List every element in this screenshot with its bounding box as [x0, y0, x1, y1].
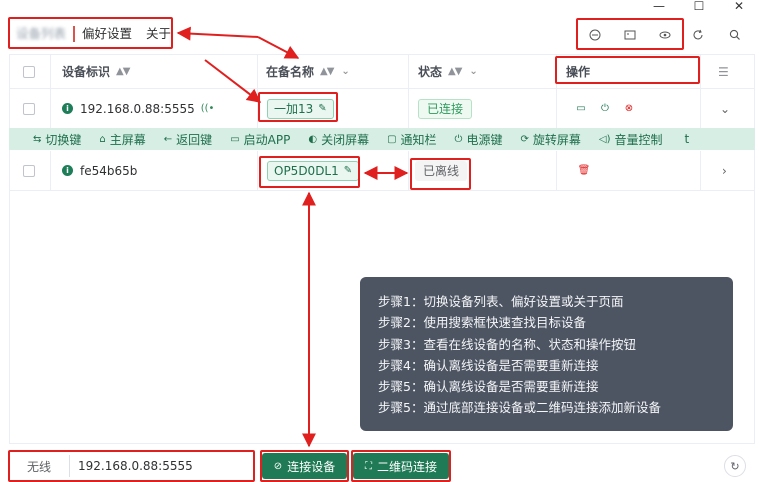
device-name: OP5D0DL1 — [274, 163, 339, 178]
edit-icon[interactable]: ✎ — [344, 165, 352, 176]
toolbar-item[interactable]: ⌂ 主屏幕 — [99, 131, 145, 148]
step-text: 步骤3：查看在线设备的名称、状态和操作按钮 — [378, 336, 636, 352]
delete-icon[interactable]: 🗑 — [576, 163, 592, 179]
switch-icon: ⇆ — [33, 133, 42, 145]
step-text: 步骤4：确认离线设备是否需要重新连接 — [378, 357, 599, 373]
window-controls: — ☐ ✕ — [639, 0, 759, 14]
volume-icon: ◁) — [598, 133, 611, 145]
toolbar-item[interactable]: ⟳ 旋转屏幕 — [520, 131, 580, 148]
expand-chevron-icon[interactable]: ⌄ — [720, 102, 730, 116]
refresh-connection-icon[interactable]: ↻ — [724, 455, 746, 477]
column-settings-icon[interactable]: ☰ — [718, 65, 729, 79]
connect-label: 连接设备 — [287, 459, 336, 474]
toolbar-item-label: t — [684, 132, 690, 146]
toolbar-item-label: 返回键 — [176, 132, 213, 147]
table-row: i fe54b65b OP5D0DL1 ✎ 已离线 🗑 › — [10, 151, 754, 191]
device-id: 192.168.0.88:5555 — [80, 101, 195, 116]
row-checkbox[interactable] — [23, 164, 35, 177]
connection-mode-select[interactable]: 无线 — [9, 458, 69, 475]
expand-chevron-icon[interactable]: › — [722, 164, 727, 178]
disconnect-icon[interactable]: ⊗ — [621, 101, 637, 117]
info-icon[interactable]: i — [62, 165, 73, 176]
toolbar-item-label: 关闭屏幕 — [321, 132, 370, 147]
step-text: 步骤5：通过底部连接设备或二维码连接添加新设备 — [378, 400, 661, 416]
qr-code-icon: ⛶ — [364, 460, 372, 472]
step-text: 步骤1：切换设备列表、偏好设置或关于页面 — [378, 294, 624, 309]
toolbar-item-label: 电源键 — [466, 132, 503, 147]
toolbar-item-label: 启动APP — [243, 132, 291, 147]
select-all-checkbox[interactable] — [23, 65, 35, 78]
top-icon-group — [578, 22, 682, 48]
toolbar-item-label: 切换键 — [45, 132, 82, 147]
step-text: 步骤2：使用搜索框快速查找目标设备 — [378, 315, 586, 331]
toolbar-item-label: 主屏幕 — [109, 132, 146, 147]
rotate-icon: ⟳ — [520, 133, 529, 145]
sort-icon[interactable]: ▲▼ — [448, 66, 462, 77]
toolbar-item[interactable]: ⇆ 切换键 — [33, 131, 81, 148]
monitor-icon[interactable]: ▭ — [573, 101, 589, 117]
device-action-toolbar: ⇆ 切换键 ⌂ 主屏幕 ← 返回键 ▭ 启动APP ◐ 关闭屏幕 ▢ 通知栏 ⏻ 电源键 ⟳ 旋转屏幕 ◁) 音量… — [9, 128, 755, 150]
search-icon[interactable] — [725, 25, 745, 45]
power-icon[interactable]: ⏻ — [597, 101, 613, 117]
step-text: 步骤5：确认离线设备是否需要重新连接 — [378, 379, 599, 395]
toolbar-item[interactable]: ⏻ 电源键 — [455, 131, 503, 148]
header-actions: 操作 — [566, 65, 591, 79]
power-icon: ⏻ — [454, 133, 463, 145]
tab-about[interactable]: 关于 — [139, 22, 178, 46]
app-icon: ▭ — [230, 133, 240, 145]
qr-label: 二维码连接 — [376, 459, 437, 474]
edit-icon[interactable]: ✎ — [318, 103, 326, 114]
maximize-button[interactable]: ☐ — [679, 0, 719, 14]
filter-chevron-icon[interactable]: ⌄ — [469, 66, 477, 77]
toolbar-item[interactable]: ▢ 通知栏 — [387, 131, 436, 148]
sort-icon[interactable]: ▲▼ — [116, 66, 130, 77]
history-icon[interactable] — [585, 25, 605, 45]
filter-chevron-icon[interactable]: ⌄ — [341, 66, 349, 77]
link-icon: ⊘ — [273, 460, 283, 472]
terminal-icon[interactable] — [620, 25, 640, 45]
table-row: i 192.168.0.88:5555 ((• 一加13 ✎ 已连接 ▭ ⏻ ⊗… — [10, 89, 754, 129]
minimize-button[interactable]: — — [639, 0, 679, 14]
home-icon: ⌂ — [99, 133, 106, 145]
steps-tooltip: 步骤1：切换设备列表、偏好设置或关于页面 步骤2：使用搜索框快速查找目标设备步骤3… — [360, 277, 733, 431]
row-checkbox[interactable] — [23, 102, 35, 115]
status-badge: 已连接 — [418, 98, 473, 119]
toolbar-item[interactable]: t — [681, 132, 690, 146]
address-input[interactable]: 192.168.0.88:5555 — [69, 455, 254, 477]
tab-device-list[interactable]: 设备列表 — [9, 22, 73, 46]
eye-icon[interactable] — [655, 25, 675, 45]
close-button[interactable]: ✕ — [719, 0, 759, 14]
device-name-tag[interactable]: 一加13 ✎ — [267, 98, 334, 119]
info-icon[interactable]: i — [62, 103, 73, 114]
header-name: 在备名称 — [266, 65, 315, 79]
toolbar-item-label: 音量控制 — [614, 132, 663, 147]
tab-preferences[interactable]: 偏好设置 — [75, 22, 139, 46]
toolbar-item-label: 旋转屏幕 — [532, 132, 581, 147]
wifi-icon: ((• — [200, 103, 215, 114]
device-name-tag[interactable]: OP5D0DL1 ✎ — [267, 160, 360, 181]
device-name: 一加13 — [274, 102, 314, 116]
connect-device-button[interactable]: ⊘ 连接设备 — [262, 453, 347, 479]
header-status: 状态 — [418, 65, 443, 79]
header-device-id: 设备标识 — [62, 65, 111, 79]
toolbar-item[interactable]: ◐ 关闭屏幕 — [308, 131, 369, 148]
address-bar: 无线 192.168.0.88:5555 — [9, 453, 254, 479]
toolbar-item[interactable]: ← 返回键 — [164, 131, 212, 148]
qr-connect-button[interactable]: ⛶ 二维码连接 — [353, 453, 449, 479]
top-tabs: 设备列表 偏好设置 关于 — [9, 22, 178, 46]
sort-icon[interactable]: ▲▼ — [320, 66, 334, 77]
status-badge: 已离线 — [415, 160, 468, 181]
table-header: 设备标识 ▲▼ 在备名称 ▲▼ ⌄ 状态 ▲▼ ⌄ 操作 ☰ — [10, 55, 754, 89]
notification-icon: ▢ — [387, 133, 397, 145]
back-icon: ← — [163, 133, 173, 145]
toolbar-item[interactable]: ◁) 音量控制 — [599, 131, 663, 148]
toolbar-item[interactable]: ▭ 启动APP — [230, 131, 290, 148]
screen-off-icon: ◐ — [308, 133, 318, 145]
refresh-icon[interactable] — [688, 25, 708, 45]
toolbar-item-label: 通知栏 — [400, 132, 437, 147]
device-id: fe54b65b — [80, 163, 138, 178]
